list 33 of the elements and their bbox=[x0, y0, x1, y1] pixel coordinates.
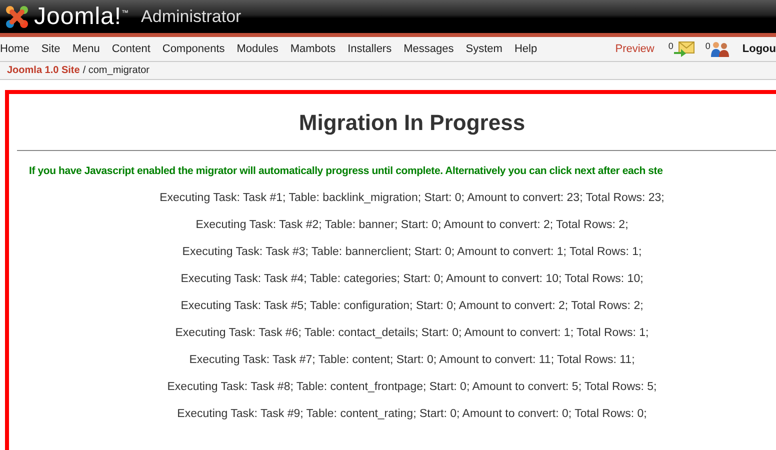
logo-text: Joomla!$^{™}$ bbox=[34, 4, 130, 28]
task-line: Executing Task: Task #8; Table: content_frontpage; Start: 0; Amount to convert: 5; Total Rows: 5; bbox=[167, 381, 657, 393]
menu-item[interactable]: Site bbox=[41, 43, 60, 55]
task-line: Executing Task: Task #4; Table: categories; Start: 0; Amount to convert: 10; Total Rows: 10; bbox=[180, 273, 644, 285]
task-line: Executing Task: Task #2; Table: banner; Start: 0; Amount to convert: 2; Total Rows: 2; bbox=[196, 219, 628, 231]
user-count: 0 bbox=[705, 41, 710, 51]
breadcrumb-path: / com_migrator bbox=[82, 65, 150, 76]
page-title: Migration In Progress bbox=[298, 110, 526, 137]
menu-item[interactable]: Home bbox=[0, 43, 30, 55]
users-icon[interactable] bbox=[710, 41, 730, 57]
task-line: Executing Task: Task #3; Table: bannerclient; Start: 0; Amount to convert: 1; Total Rows: 1; bbox=[182, 246, 642, 258]
task-line: Executing Task: Task #1; Table: backlink_migration; Start: 0; Amount to convert: 23; Total Rows: 23; bbox=[160, 192, 664, 204]
preview-link[interactable]: Preview bbox=[615, 43, 654, 55]
menu-item[interactable]: Content bbox=[112, 43, 150, 55]
task-line: Executing Task: Task #5; Table: configuration; Start: 0; Amount to convert: 2; Total Rows: 2; bbox=[180, 300, 644, 312]
menu-item[interactable]: Components bbox=[162, 43, 225, 55]
header-subtitle: Administrator bbox=[141, 6, 242, 26]
task-line: Executing Task: Task #7; Table: content; Start: 0; Amount to convert: 11; Total Rows: 11; bbox=[189, 354, 635, 366]
menu-item[interactable]: Help bbox=[514, 43, 538, 55]
menu-item[interactable]: Messages bbox=[404, 43, 454, 55]
menu-item[interactable]: System bbox=[466, 43, 502, 55]
notice-text: If you have Javascript enabled the migrator will automatically progress until complete. Alternatively you can click next after each ste bbox=[29, 165, 663, 177]
menu-item[interactable]: Mambots bbox=[290, 43, 336, 55]
logout-link[interactable]: Logou bbox=[742, 43, 776, 55]
menu-item[interactable]: Menu bbox=[72, 43, 100, 55]
message-count: 0 bbox=[668, 41, 674, 51]
menu-item[interactable]: Modules bbox=[236, 43, 278, 55]
task-line: Executing Task: Task #6; Table: contact_details; Start: 0; Amount to convert: 1; Total Rows: 1; bbox=[175, 327, 649, 339]
menu-item[interactable]: Installers bbox=[348, 43, 392, 55]
logo-icon bbox=[4, 4, 30, 30]
task-line: Executing Task: Task #9; Table: content_rating; Start: 0; Amount to convert: 0; Total Rows: 0; bbox=[177, 408, 647, 420]
breadcrumb-link[interactable]: Joomla 1.0 Site bbox=[7, 65, 80, 76]
envelope-icon[interactable] bbox=[673, 41, 696, 57]
